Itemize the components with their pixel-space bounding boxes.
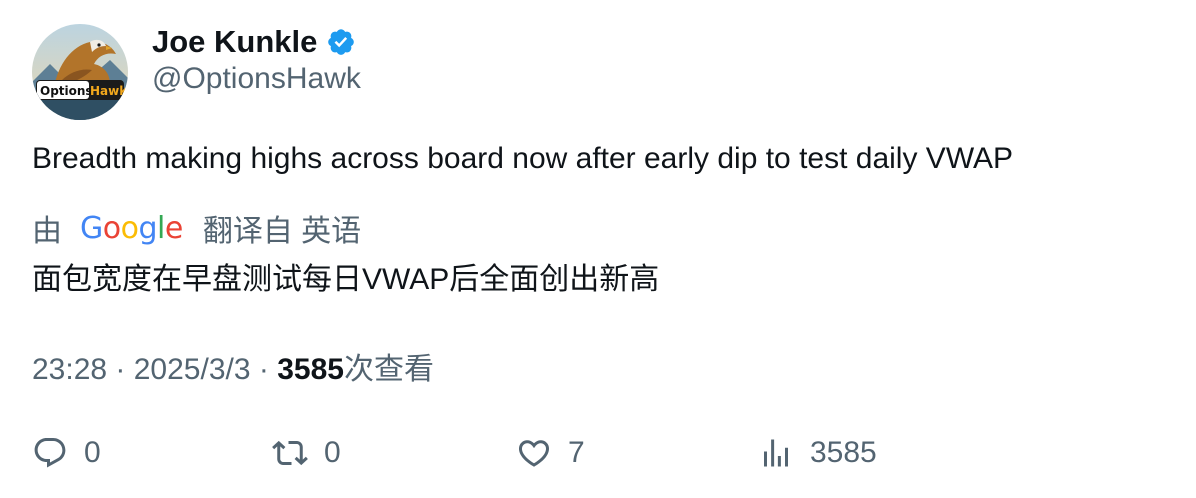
retweet-count: 0 [324, 436, 341, 469]
verified-badge-icon[interactable] [326, 27, 356, 57]
svg-text:Options: Options [40, 84, 93, 98]
tweet-date[interactable]: 2025/3/3 [134, 353, 251, 386]
reply-icon [32, 435, 68, 471]
translated-text: 面包宽度在早盘测试每日VWAP后全面创出新高 [32, 263, 660, 296]
display-name[interactable]: Joe Kunkle [152, 24, 317, 60]
views-label: 次查看 [343, 353, 434, 386]
reply-button[interactable]: 0 [32, 428, 101, 478]
like-button[interactable]: 7 [516, 428, 585, 478]
translation-by-label: 由 [32, 215, 62, 248]
retweet-icon [272, 435, 308, 471]
views-button[interactable]: 3585 [758, 428, 877, 478]
translated-from-label[interactable]: 翻译自 英语 [203, 206, 361, 250]
google-logo: Google [80, 210, 183, 246]
avatar[interactable]: Options Hawk [32, 24, 128, 120]
views-action-count: 3585 [810, 436, 877, 469]
author-name-row[interactable]: Joe Kunkle [152, 22, 356, 62]
meta-separator: · [258, 353, 278, 386]
heart-icon [516, 435, 552, 471]
like-count: 7 [568, 436, 585, 469]
reply-count: 0 [84, 436, 101, 469]
svg-text:Hawk: Hawk [90, 84, 128, 98]
tweet-meta: 23:28 · 2025/3/3 · 3585次查看 [32, 344, 434, 388]
bar-chart-icon [758, 435, 794, 471]
tweet-time[interactable]: 23:28 [32, 353, 107, 386]
retweet-button[interactable]: 0 [272, 428, 341, 478]
avatar-image: Options Hawk [32, 24, 128, 120]
views-count: 3585 [277, 353, 344, 386]
user-handle[interactable]: @OptionsHawk [152, 62, 361, 96]
translation-attribution[interactable]: 由 Google 翻译自 英语 [32, 206, 361, 250]
tweet-text: Breadth making highs across board now af… [32, 142, 1014, 175]
action-bar: 0 0 7 3585 [0, 428, 1196, 478]
meta-separator: · [115, 353, 134, 386]
